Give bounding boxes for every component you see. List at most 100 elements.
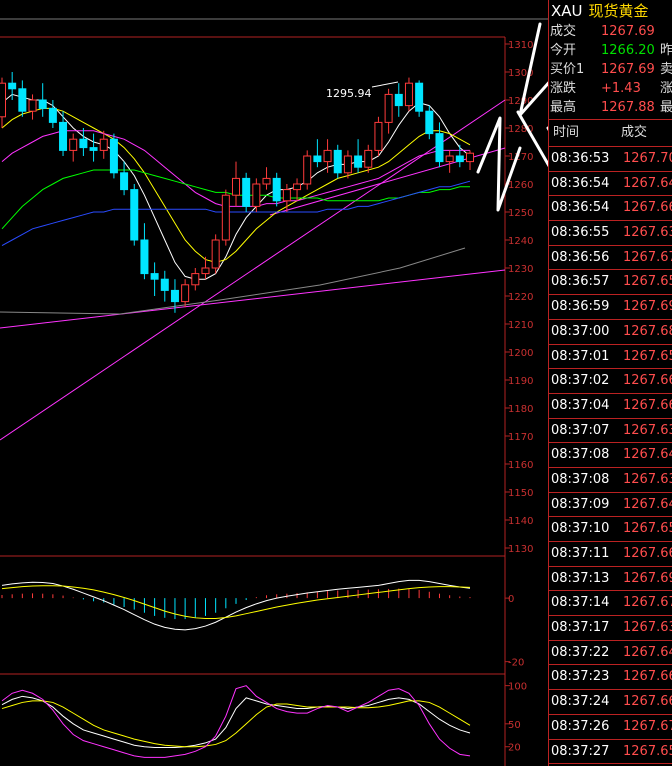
tick-price: 1267.64 xyxy=(623,496,672,512)
tick-row[interactable]: 08:37:04 1267.66 xyxy=(549,394,672,419)
candle-body xyxy=(262,177,271,185)
price-tick-label: 1140 xyxy=(508,516,533,527)
candle-body xyxy=(455,155,464,163)
tick-price: 1267.64 xyxy=(623,175,672,191)
candle-body xyxy=(293,183,302,191)
candle-body xyxy=(374,121,383,151)
candle-body xyxy=(69,138,78,151)
tick-price: 1267.66 xyxy=(623,397,672,413)
quote-row: 最高 1267.88 最 xyxy=(549,98,672,117)
tick-time: 08:37:08 xyxy=(551,471,610,487)
tick-time: 08:37:01 xyxy=(551,348,610,364)
quote-value: 1267.69 xyxy=(601,62,655,77)
candle-body xyxy=(404,82,413,107)
tick-row[interactable]: 08:37:13 1267.69 xyxy=(549,567,672,592)
tick-row[interactable]: 08:36:53 1267.70 xyxy=(549,147,672,172)
tick-row[interactable]: 08:37:17 1267.63 xyxy=(549,616,672,641)
price-tick-label: 1260 xyxy=(508,180,533,191)
tick-time: 08:37:08 xyxy=(551,447,610,463)
quote-row: 涨跌 +1.43 涨 xyxy=(549,79,672,98)
tick-price: 1267.66 xyxy=(623,546,672,561)
macd-panel: 0 -20 xyxy=(1,579,524,669)
tick-time: 08:37:17 xyxy=(551,620,610,636)
tick-time: 08:36:59 xyxy=(551,299,610,315)
tick-row[interactable]: 08:37:22 1267.64 xyxy=(549,641,672,666)
candle-body xyxy=(333,149,342,174)
tick-price: 1267.63 xyxy=(623,471,672,487)
tick-time: 08:37:13 xyxy=(551,570,610,586)
tick-row[interactable]: 08:37:10 1267.65 xyxy=(549,517,672,542)
candle-body xyxy=(252,183,261,207)
tick-row[interactable]: 08:36:55 1267.63 xyxy=(549,221,672,246)
candle-body xyxy=(394,93,403,107)
tick-row[interactable]: 08:36:54 1267.66 xyxy=(549,196,672,222)
hand-drawn-arrows xyxy=(476,22,548,212)
trendline-up xyxy=(0,99,506,441)
tick-price: 1267.66 xyxy=(623,373,672,389)
tick-row[interactable]: 08:36:59 1267.69 xyxy=(549,295,672,320)
tick-row[interactable]: 08:37:27 1267.65 xyxy=(549,740,672,765)
candle-body xyxy=(8,82,17,90)
kline-chart-area[interactable]: 1310130012901280127012601250124012301220… xyxy=(0,0,548,766)
candle-body xyxy=(303,155,312,185)
ticks-header-time: 时间 xyxy=(553,125,580,140)
candle-body xyxy=(232,177,240,196)
price-axis: 1310130012901280127012601250124012301220… xyxy=(505,40,533,555)
ticks-header-price: 成交 xyxy=(621,125,648,140)
candle-body xyxy=(384,93,393,123)
tick-row[interactable]: 08:37:00 1267.68 xyxy=(549,320,672,345)
tick-time: 08:37:22 xyxy=(551,644,610,660)
candle-body xyxy=(313,155,322,163)
candle-body xyxy=(272,177,281,202)
candle-body xyxy=(38,99,47,109)
tick-row[interactable]: 08:36:54 1267.64 xyxy=(549,172,672,197)
tick-time: 08:37:07 xyxy=(551,422,610,438)
tick-row[interactable]: 08:37:11 1267.66 xyxy=(549,542,672,567)
tick-row[interactable]: 08:37:02 1267.66 xyxy=(549,369,672,394)
tick-row[interactable]: 08:37:01 1267.65 xyxy=(549,345,672,370)
macd-dif-line xyxy=(1,579,471,631)
candle-body xyxy=(354,155,363,168)
quote-row: 买价1 1267.69 卖 xyxy=(549,60,672,79)
tick-price: 1267.67 xyxy=(623,595,672,611)
tick-row[interactable]: 08:37:26 1267.67 xyxy=(549,715,672,740)
quote-value: +1.43 xyxy=(601,81,641,96)
quote-panel: XAU 现货黄金 成交 1267.69 今开 1266.20 昨买价1 1267.69 卖涨跌… xyxy=(548,0,672,766)
kdj-tick-label: 100 xyxy=(508,682,527,693)
tick-time: 08:36:56 xyxy=(551,249,610,265)
price-tick-label: 1190 xyxy=(508,376,533,387)
tick-price: 1267.69 xyxy=(623,299,672,315)
symbol-name: 现货黄金 xyxy=(588,2,649,20)
candle-body xyxy=(0,82,6,118)
kdj-d-line xyxy=(1,700,471,748)
quote-tail-label: 最 xyxy=(660,100,672,115)
tick-time: 08:36:57 xyxy=(551,274,610,290)
price-tick-label: 1230 xyxy=(508,264,533,275)
tick-row[interactable]: 08:37:08 1267.63 xyxy=(549,468,672,493)
tick-row[interactable]: 08:36:57 1267.65 xyxy=(549,270,672,296)
candle-body xyxy=(211,239,220,269)
symbol-header: XAU 现货黄金 xyxy=(549,0,672,22)
candle-body xyxy=(282,189,291,202)
tick-time: 08:37:09 xyxy=(551,496,610,512)
tick-row[interactable]: 08:37:08 1267.64 xyxy=(549,443,672,468)
ticks-list[interactable]: 08:36:53 1267.70 08:36:54 1267.64 08:36:54 12… xyxy=(549,147,672,766)
quote-label: 涨跌 xyxy=(550,81,577,96)
quote-value: 1267.88 xyxy=(601,100,655,115)
tick-row[interactable]: 08:36:56 1267.67 xyxy=(549,246,672,271)
tick-row[interactable]: 08:37:14 1267.67 xyxy=(549,591,672,617)
candle-body xyxy=(191,273,200,286)
tick-row[interactable]: 08:37:09 1267.64 xyxy=(549,493,672,518)
tick-time: 08:37:14 xyxy=(551,595,610,611)
quote-value: 1267.69 xyxy=(601,24,655,39)
candle-body xyxy=(364,149,373,168)
price-tick-label: 1130 xyxy=(508,544,533,555)
tick-row[interactable]: 08:37:23 1267.66 xyxy=(549,665,672,691)
tick-row[interactable]: 08:37:07 1267.63 xyxy=(549,419,672,444)
trendline-flat xyxy=(0,269,506,329)
price-tick-label: 1310 xyxy=(508,40,533,51)
tick-row[interactable]: 08:37:24 1267.66 xyxy=(549,690,672,715)
price-tick-label: 1210 xyxy=(508,320,533,331)
price-tick-label: 1180 xyxy=(508,404,533,415)
long-ma-gray xyxy=(0,247,466,315)
